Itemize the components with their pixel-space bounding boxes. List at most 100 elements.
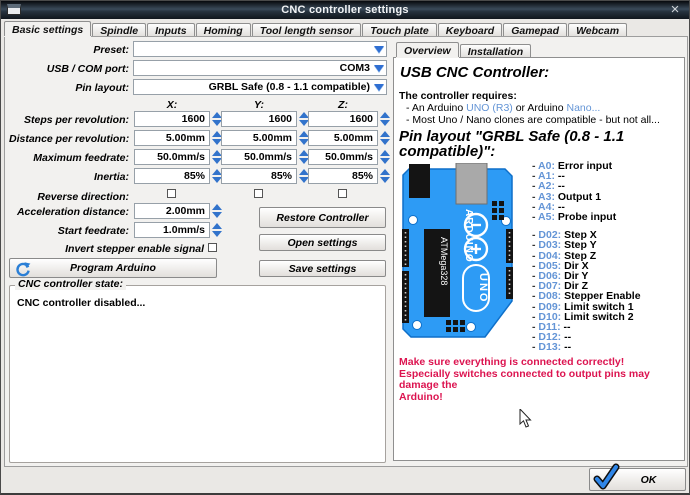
preset-label: Preset: bbox=[9, 44, 129, 56]
steps-per-revolution-spin-z[interactable] bbox=[379, 111, 391, 127]
requires-title: The controller requires: bbox=[399, 90, 517, 102]
inertia-field-z[interactable]: 85% bbox=[308, 168, 378, 184]
start-feedrate-field[interactable]: 1.0mm/s bbox=[134, 222, 210, 238]
pin-layout-combobox[interactable]: GRBL Safe (0.8 - 1.1 compatible) bbox=[133, 79, 387, 95]
distance-per-revolution-field-y[interactable]: 5.00mm bbox=[221, 130, 297, 146]
warning-line: Arduino! bbox=[399, 392, 681, 404]
reverse-direction-checkbox-z[interactable] bbox=[338, 189, 347, 198]
inertia-field-y[interactable]: 85% bbox=[221, 168, 297, 184]
warning-line: Especially switches connected to output … bbox=[399, 369, 681, 392]
value: 1600 bbox=[350, 113, 373, 125]
controller-state-title: CNC controller state: bbox=[15, 278, 126, 290]
title-bar: CNC controller settings × bbox=[1, 1, 689, 19]
save-settings-label: Save settings bbox=[289, 263, 357, 275]
requires-line-1: - An Arduino UNO (R3) or Arduino Nano... bbox=[406, 102, 600, 114]
maximum-feedrate-field-z[interactable]: 50.0mm/s bbox=[308, 149, 378, 165]
checkmark-icon bbox=[591, 463, 621, 490]
invert-stepper-label: Invert stepper enable signal bbox=[64, 243, 204, 255]
arduino-board-image: ATMega328 ARDUINO UNO bbox=[400, 163, 516, 339]
close-icon[interactable]: × bbox=[665, 1, 685, 19]
axis-header-x: X: bbox=[134, 99, 210, 111]
axis-header-y: Y: bbox=[221, 99, 297, 111]
value: 85% bbox=[352, 170, 373, 182]
chevron-down-icon bbox=[374, 65, 384, 72]
svg-text:UNO: UNO bbox=[477, 273, 489, 303]
help-heading-pinlayout: Pin layout "GRBL Safe (0.8 - 1.1 compati… bbox=[399, 129, 661, 159]
uno-r3-link[interactable]: UNO (R3) bbox=[466, 102, 513, 114]
restore-controller-label: Restore Controller bbox=[276, 212, 368, 224]
requires-line-2: - Most Uno / Nano clones are compatible … bbox=[406, 114, 660, 126]
help-heading-usb: USB CNC Controller: bbox=[400, 64, 549, 81]
steps-per-revolution-field-x[interactable]: 1600 bbox=[134, 111, 210, 127]
tab-webcam[interactable]: Webcam bbox=[568, 23, 627, 36]
axis-header-z: Z: bbox=[308, 99, 378, 111]
reverse-direction-checkbox-x[interactable] bbox=[167, 189, 176, 198]
save-settings-button[interactable]: Save settings bbox=[259, 260, 386, 277]
tab-tool-length-sensor[interactable]: Tool length sensor bbox=[252, 23, 362, 36]
value: 1600 bbox=[269, 113, 292, 125]
accel-distance-value: 2.00mm bbox=[166, 205, 205, 217]
restore-controller-button[interactable]: Restore Controller bbox=[259, 207, 386, 228]
pin-layout-label: Pin layout: bbox=[9, 82, 129, 94]
maximum-feedrate-spin-z[interactable] bbox=[379, 149, 391, 165]
open-settings-label: Open settings bbox=[287, 237, 357, 249]
value: 50.0mm/s bbox=[157, 151, 205, 163]
controller-state-text: CNC controller disabled... bbox=[17, 297, 145, 309]
refresh-arrows-icon bbox=[15, 261, 31, 277]
usb-connector bbox=[409, 164, 430, 198]
steps-per-revolution-field-y[interactable]: 1600 bbox=[221, 111, 297, 127]
steps-per-revolution-field-z[interactable]: 1600 bbox=[308, 111, 378, 127]
distance-per-revolution-field-x[interactable]: 5.00mm bbox=[134, 130, 210, 146]
invert-stepper-checkbox[interactable] bbox=[208, 243, 217, 252]
maximum-feedrate-field-y[interactable]: 50.0mm/s bbox=[221, 149, 297, 165]
tab-keyboard[interactable]: Keyboard bbox=[438, 23, 502, 36]
open-settings-button[interactable]: Open settings bbox=[259, 234, 386, 251]
start-feedrate-spin-buttons[interactable] bbox=[211, 222, 223, 238]
help-tab-overview[interactable]: Overview bbox=[396, 42, 459, 57]
inertia-spin-z[interactable] bbox=[379, 168, 391, 184]
distance-per-revolution-spin-z[interactable] bbox=[379, 130, 391, 146]
start-feedrate-label: Start feedrate: bbox=[9, 225, 129, 237]
tab-touch-plate[interactable]: Touch plate bbox=[362, 23, 437, 36]
tab-spindle[interactable]: Spindle bbox=[92, 23, 146, 36]
power-jack bbox=[456, 163, 487, 204]
chevron-down-icon bbox=[374, 84, 384, 91]
value: 85% bbox=[184, 170, 205, 182]
preset-combobox[interactable] bbox=[133, 41, 387, 57]
req1-mid: or Arduino bbox=[513, 102, 567, 114]
value: 5.00mm bbox=[166, 132, 205, 144]
row-label-distance-per-revolution: Distance per revolution: bbox=[9, 133, 129, 145]
pin-id: D13: bbox=[538, 341, 561, 353]
accel-distance-field[interactable]: 2.00mm bbox=[134, 203, 210, 219]
program-arduino-button[interactable]: Program Arduino bbox=[9, 258, 217, 278]
value: 5.00mm bbox=[253, 132, 292, 144]
nano-link[interactable]: Nano... bbox=[567, 102, 601, 114]
tab-inputs[interactable]: Inputs bbox=[147, 23, 195, 36]
maximum-feedrate-field-x[interactable]: 50.0mm/s bbox=[134, 149, 210, 165]
window-icon bbox=[7, 4, 21, 15]
com-port-combobox[interactable]: COM3 bbox=[133, 60, 387, 76]
row-label-inertia: Inertia: bbox=[9, 171, 129, 183]
main-tab-bar: Basic settingsSpindleInputsHomingTool le… bbox=[4, 21, 628, 36]
inertia-field-x[interactable]: 85% bbox=[134, 168, 210, 184]
tab-homing[interactable]: Homing bbox=[196, 23, 251, 36]
value: 85% bbox=[271, 170, 292, 182]
com-port-value: COM3 bbox=[340, 62, 370, 74]
cnc-settings-window: CNC controller settings × Basic settings… bbox=[0, 0, 690, 495]
distance-per-revolution-field-z[interactable]: 5.00mm bbox=[308, 130, 378, 146]
warning-text: Make sure everything is connected correc… bbox=[399, 357, 681, 403]
warning-line: Make sure everything is connected correc… bbox=[399, 357, 681, 369]
tab-basic-settings[interactable]: Basic settings bbox=[4, 21, 91, 36]
row-label-steps-per-revolution: Steps per revolution: bbox=[9, 114, 129, 126]
pin-row-d13: - D13: -- bbox=[532, 342, 641, 352]
window-title: CNC controller settings bbox=[281, 4, 408, 16]
mouse-cursor bbox=[519, 409, 533, 429]
help-tab-installation[interactable]: Installation bbox=[460, 44, 531, 57]
accel-spin-buttons[interactable] bbox=[211, 203, 223, 219]
tab-gamepad[interactable]: Gamepad bbox=[503, 23, 567, 36]
ok-label: OK bbox=[641, 474, 657, 486]
controller-state-groupbox bbox=[9, 285, 386, 463]
pin-desc: Probe input bbox=[555, 211, 616, 223]
help-tab-bar: OverviewInstallation bbox=[396, 41, 532, 57]
reverse-direction-checkbox-y[interactable] bbox=[254, 189, 263, 198]
